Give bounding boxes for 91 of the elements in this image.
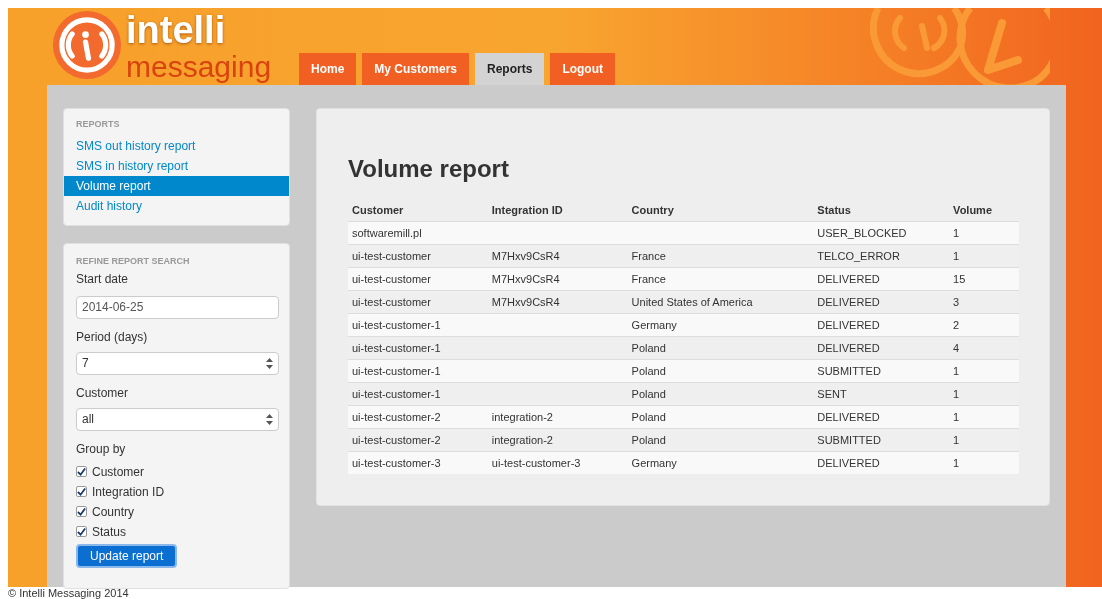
table-cell-text: ui-test-customer-1 <box>351 340 442 356</box>
report-title: Volume report <box>348 154 510 184</box>
select-field[interactable]: 7 <box>76 351 279 375</box>
logo-text: intelli <box>126 10 226 50</box>
table-cell-text: ui-test-customer <box>351 294 432 310</box>
table-cell-text: Poland <box>630 363 667 379</box>
check-icon <box>77 526 86 537</box>
table-cell-text: ui-test-customer-3 <box>351 455 442 471</box>
table-cell-text: Poland <box>630 432 667 448</box>
table-cell-text: ui-test-customer-1 <box>351 363 442 379</box>
update-report-button[interactable]: Update report <box>76 543 178 568</box>
table-cell-text: 1 <box>952 386 961 402</box>
column-header: Customer <box>351 202 405 218</box>
menu-link[interactable]: SMS out history report <box>64 135 289 156</box>
checkbox-label: Country <box>92 503 135 521</box>
checkbox-label: Customer <box>92 463 144 481</box>
table-cell-text: ui-test-customer <box>351 271 432 287</box>
table-cell-text: Poland <box>630 386 667 402</box>
table-cell-text: M7Hxv9CsR4 <box>490 248 561 264</box>
check-icon <box>77 486 86 497</box>
nav-tab[interactable]: Logout <box>550 53 616 85</box>
footer-text: © Intelli Messaging 2014 <box>8 587 130 599</box>
column-header: Status <box>816 202 852 218</box>
refine-heading: REFINE REPORT SEARCH <box>76 254 191 268</box>
nav-tab[interactable]: My Customers <box>362 53 470 85</box>
table-cell-text: DELIVERED <box>816 340 881 356</box>
column-header: Country <box>630 202 675 218</box>
table-cell-text: 4 <box>952 340 961 356</box>
checkbox[interactable] <box>76 506 87 517</box>
checkbox[interactable] <box>76 526 87 537</box>
table-cell-text: 1 <box>952 409 961 425</box>
table-cell-text: 1 <box>952 225 961 241</box>
table-cell-text: TELCO_ERROR <box>816 248 901 264</box>
checkbox-label: Status <box>92 523 127 541</box>
table-cell-text: M7Hxv9CsR4 <box>490 271 561 287</box>
table-cell-text: SUBMITTED <box>816 363 882 379</box>
table-cell-text: France <box>630 248 667 264</box>
checkbox-label: Integration ID <box>92 483 165 501</box>
table-cell-text: softwaremill.pl <box>351 225 423 241</box>
column-header: Volume <box>952 202 994 218</box>
nav-tab[interactable]: Home <box>299 53 357 85</box>
check-icon <box>77 466 86 477</box>
table-cell-text: ui-test-customer-3 <box>490 455 582 471</box>
column-header: Integration ID <box>490 202 564 218</box>
table-cell-text: integration-2 <box>490 409 554 425</box>
table-cell-text: ui-test-customer-2 <box>351 409 442 425</box>
table-cell-text: integration-2 <box>490 432 554 448</box>
date-field[interactable]: 2014-06-25 <box>76 295 279 319</box>
select-arrows-icon <box>266 357 273 369</box>
menu-link[interactable]: Volume report <box>64 175 289 196</box>
menu-link[interactable]: Audit history <box>64 195 289 216</box>
table-cell-text: Poland <box>630 340 667 356</box>
table-cell-text: 2 <box>952 317 961 333</box>
field-label: Customer <box>76 384 129 402</box>
table-cell-text: 1 <box>952 455 961 471</box>
table-cell-text: SENT <box>816 386 848 402</box>
checkbox[interactable] <box>76 466 87 477</box>
select-field[interactable]: all <box>76 407 279 431</box>
table-cell-text: Poland <box>630 409 667 425</box>
table-cell-text: 3 <box>952 294 961 310</box>
table-cell-text: DELIVERED <box>816 294 881 310</box>
table-cell-text: SUBMITTED <box>816 432 882 448</box>
table-cell-text: 1 <box>952 432 961 448</box>
table-cell-text: 1 <box>952 248 961 264</box>
table-cell-text: ui-test-customer-1 <box>351 386 442 402</box>
field-label: Group by <box>76 440 127 458</box>
menu-link[interactable]: SMS in history report <box>64 155 289 176</box>
table-cell-text: ui-test-customer-1 <box>351 317 442 333</box>
menu-heading: REPORTS <box>75 118 121 131</box>
checkbox[interactable] <box>76 486 87 497</box>
field-label: Start date <box>76 271 130 288</box>
table-cell-text: 15 <box>952 271 967 287</box>
table-cell-text: DELIVERED <box>816 317 881 333</box>
table-cell-text: M7Hxv9CsR4 <box>490 294 561 310</box>
logo-text: messaging <box>126 50 272 84</box>
table-cell-text: United States of America <box>630 294 754 310</box>
table-cell-text: USER_BLOCKED <box>816 225 908 241</box>
table-cell-text: 1 <box>952 363 961 379</box>
table-cell-text: Germany <box>630 455 678 471</box>
field-label: Period (days) <box>76 328 149 346</box>
logo-icon <box>50 8 124 82</box>
table-cell-text: Germany <box>630 317 678 333</box>
table-cell-text: DELIVERED <box>816 455 881 471</box>
select-arrows-icon <box>266 413 273 425</box>
table-cell-text: ui-test-customer <box>351 248 432 264</box>
check-icon <box>77 506 86 517</box>
table-cell-text: DELIVERED <box>816 409 881 425</box>
nav-tab[interactable]: Reports <box>475 53 545 85</box>
table-cell-text: France <box>630 271 667 287</box>
table-cell-text: DELIVERED <box>816 271 881 287</box>
table-cell-text: ui-test-customer-2 <box>351 432 442 448</box>
